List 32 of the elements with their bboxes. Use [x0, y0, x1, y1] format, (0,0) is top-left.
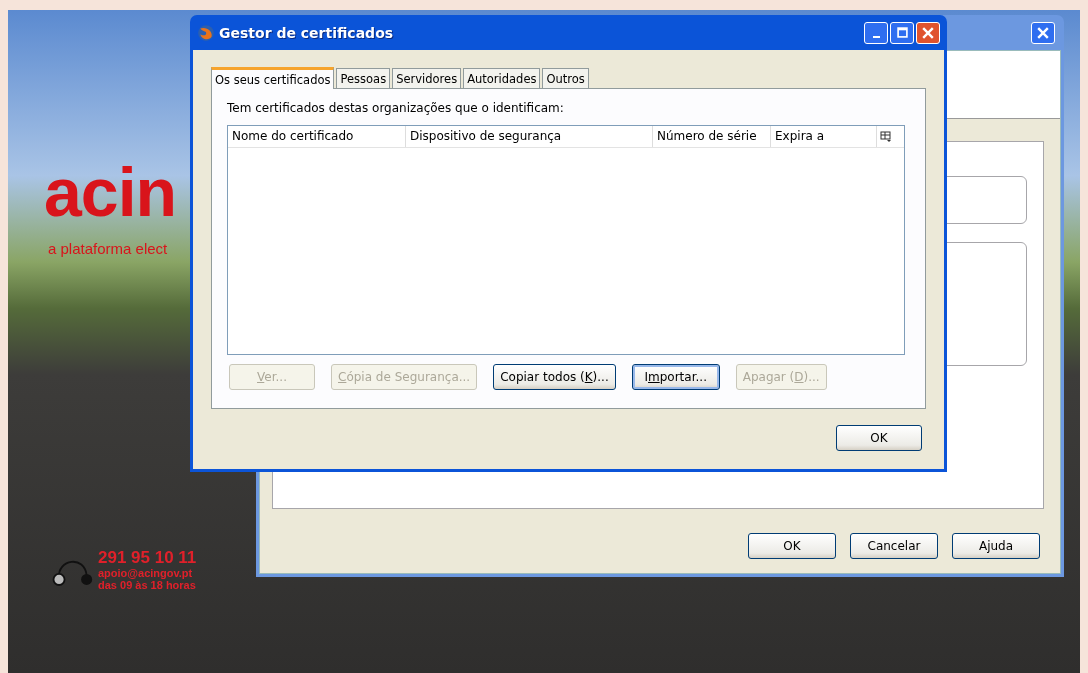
minimize-button[interactable] — [864, 21, 888, 44]
tagline-text: a plataforma elect — [48, 240, 168, 257]
minimize-icon — [872, 35, 880, 38]
tab[interactable]: Pessoas — [336, 68, 391, 88]
globe-icon — [197, 23, 215, 42]
description-text: Tem certificados destas organizações que o identificam: — [227, 101, 565, 115]
maximize-button[interactable] — [890, 21, 914, 44]
column-header[interactable]: Nome do certificado — [228, 126, 406, 147]
action-button[interactable]: Importar... — [631, 364, 720, 390]
close-icon — [1037, 26, 1049, 39]
close-icon — [922, 26, 934, 39]
column-picker-icon[interactable] — [880, 130, 892, 143]
maximize-icon — [896, 27, 908, 38]
window-title: Gestor de certificados — [219, 24, 394, 41]
tab[interactable]: Outros — [542, 68, 589, 88]
tab[interactable]: Autoridades — [463, 68, 541, 88]
email-text: apoio@acingov.pt — [98, 567, 194, 579]
dialog-button[interactable]: Ajuda — [952, 533, 1040, 559]
hours-text: das 09 às 18 horas — [98, 579, 197, 591]
action-button[interactable]: Copiar todos (K)... — [493, 364, 616, 390]
logo-text: acin — [44, 158, 177, 226]
column-header[interactable]: Expira a — [771, 126, 877, 147]
column-header[interactable]: Dispositivo de segurança — [406, 126, 653, 147]
tab[interactable]: Os seus certificados — [211, 67, 335, 89]
close-button[interactable] — [916, 21, 940, 44]
dialog-button[interactable]: Cancelar — [850, 533, 938, 559]
dialog-button[interactable]: OK — [748, 533, 836, 559]
phone-number: 291 95 10 11 — [98, 548, 197, 567]
close-button[interactable] — [1031, 21, 1055, 44]
tab[interactable]: Servidores — [392, 68, 462, 88]
ok-button[interactable]: OK — [836, 425, 922, 451]
column-header[interactable]: Número de série — [653, 126, 771, 147]
